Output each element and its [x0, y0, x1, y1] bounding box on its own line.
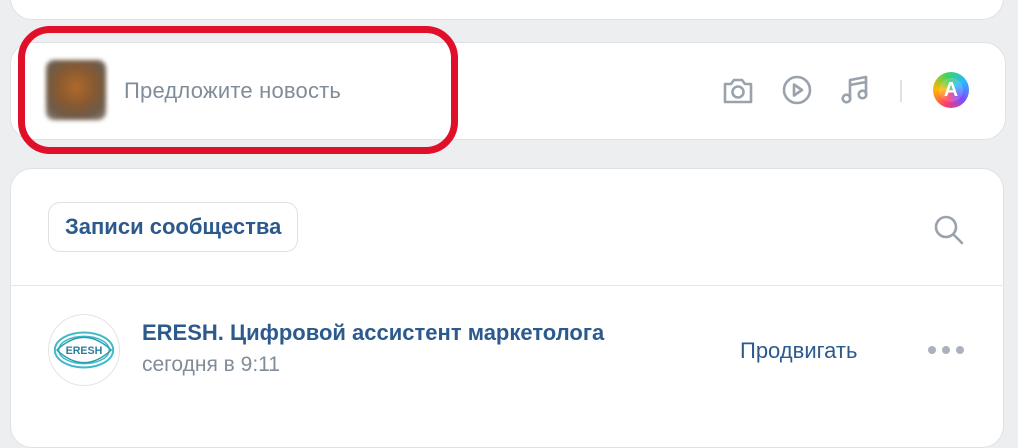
promote-button[interactable]: Продвигать [740, 338, 857, 364]
music-note-icon[interactable] [838, 72, 872, 108]
post-timestamp[interactable]: сегодня в 9:11 [142, 353, 280, 377]
play-icon[interactable] [780, 72, 814, 108]
more-options-icon[interactable] [928, 340, 964, 360]
tab-community-posts[interactable]: Записи сообщества [48, 202, 299, 252]
highlight-outline [18, 26, 458, 154]
svg-text:ERESH: ERESH [66, 345, 103, 357]
search-icon[interactable] [932, 213, 966, 247]
post-author[interactable]: ERESH. Цифровой ассистент маркетолога [142, 320, 604, 346]
feed-divider [10, 285, 1004, 286]
previous-card [10, 0, 1004, 20]
eresh-logo-icon: ERESH [53, 331, 115, 369]
community-avatar[interactable]: ERESH [48, 314, 120, 386]
toolbar-divider [900, 80, 902, 102]
camera-icon[interactable] [721, 72, 755, 108]
assistant-avatar[interactable]: A [933, 72, 969, 108]
